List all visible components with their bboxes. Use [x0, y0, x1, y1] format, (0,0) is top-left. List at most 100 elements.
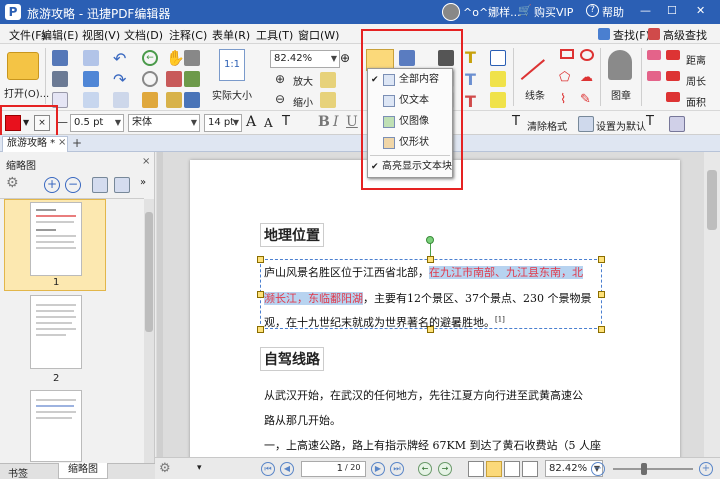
back-view-icon[interactable]: ←: [418, 462, 432, 476]
stamp-icon[interactable]: [608, 50, 632, 80]
user-avatar[interactable]: [442, 3, 460, 21]
undo-icon[interactable]: ↶: [113, 49, 126, 68]
text-settings-icon[interactable]: T: [646, 114, 654, 129]
copy-icon[interactable]: [83, 92, 99, 108]
find-button[interactable]: 查找(F): [613, 27, 650, 43]
page-thumbnail-1[interactable]: [30, 202, 82, 276]
thumb-zoom-out-icon[interactable]: −: [65, 177, 81, 193]
note-icon[interactable]: [490, 71, 506, 87]
forward-icon[interactable]: [142, 71, 158, 87]
cloud-icon[interactable]: ☁: [580, 70, 593, 85]
image-icon[interactable]: [184, 71, 200, 87]
set-default-icon[interactable]: [578, 116, 594, 132]
resize-handle-tm[interactable]: [427, 256, 434, 263]
panel-more-icon[interactable]: »: [140, 177, 146, 188]
sticky-icon[interactable]: [490, 92, 506, 108]
status-settings-icon[interactable]: ⚙: [159, 461, 171, 476]
status-zoom-out-icon[interactable]: −: [591, 462, 605, 476]
clear-format-icon[interactable]: T: [512, 114, 520, 129]
clear-format-label[interactable]: 清除格式: [527, 118, 567, 133]
resize-handle-ml[interactable]: [257, 291, 264, 298]
open-label[interactable]: 打开(O)...: [4, 85, 49, 100]
font-shrink-icon[interactable]: A: [264, 116, 273, 130]
line-width-dropdown[interactable]: 0.5 pt ▼: [70, 114, 124, 132]
typewriter-icon[interactable]: T: [465, 48, 476, 67]
select-text-icon[interactable]: [166, 71, 182, 87]
camera-icon[interactable]: [184, 50, 200, 66]
stamp-label[interactable]: 图章: [611, 87, 631, 102]
maximize-button[interactable]: ☐: [667, 4, 677, 17]
menu-form[interactable]: 表单(R): [212, 27, 250, 43]
help-icon[interactable]: ?: [586, 4, 599, 17]
font-grow-icon[interactable]: A: [246, 114, 256, 130]
menu-comment[interactable]: 注释(C): [169, 27, 207, 43]
minimize-button[interactable]: —: [640, 4, 651, 17]
rotate-handle[interactable]: [426, 236, 434, 244]
menu-view[interactable]: 视图(V): [82, 27, 120, 43]
facing-page-icon[interactable]: [504, 461, 520, 477]
eraser2-icon[interactable]: [647, 71, 661, 81]
user-name[interactable]: ^o^娜样...: [463, 4, 521, 20]
callout-icon[interactable]: T: [465, 92, 476, 111]
page-thumbnail-2[interactable]: [30, 295, 82, 369]
doc-tab-close-icon[interactable]: ×: [58, 137, 66, 148]
resize-handle-tl[interactable]: [257, 256, 264, 263]
zoom-slider-track[interactable]: [613, 468, 693, 470]
save-icon[interactable]: [52, 50, 68, 66]
menu-document[interactable]: 文档(D): [124, 27, 163, 43]
italic-button[interactable]: I: [333, 114, 339, 130]
next-page-icon[interactable]: ▶: [371, 462, 385, 476]
status-zoom-in-icon[interactable]: +: [699, 462, 713, 476]
status-menu-arrow-icon[interactable]: ▾: [197, 463, 202, 473]
textbox-icon[interactable]: T: [465, 70, 476, 89]
redo-icon[interactable]: ↷: [113, 70, 126, 89]
prev-page-icon[interactable]: ◀: [280, 462, 294, 476]
menu-tools[interactable]: 工具(T): [256, 27, 293, 43]
add-tab-icon[interactable]: +: [72, 136, 82, 150]
zoom-dropdown[interactable]: 82.42% ▼: [270, 50, 340, 68]
perimeter-icon[interactable]: [666, 71, 680, 81]
text-color-icon[interactable]: T: [282, 114, 290, 129]
cut-icon[interactable]: [83, 50, 99, 66]
continuous-facing-icon[interactable]: [522, 461, 538, 477]
back-icon[interactable]: ←: [142, 50, 158, 66]
fit-width-icon[interactable]: [320, 72, 336, 88]
add-icon[interactable]: ⊕: [340, 51, 350, 65]
area-label[interactable]: 面积: [686, 94, 706, 109]
polygon-icon[interactable]: ⬠: [559, 70, 570, 85]
perimeter-label[interactable]: 周长: [686, 73, 706, 88]
line-label[interactable]: 线条: [525, 87, 545, 102]
paste-icon[interactable]: [113, 92, 129, 108]
crop-icon[interactable]: [184, 92, 200, 108]
buy-vip-link[interactable]: 购买VIP: [534, 4, 573, 20]
email-icon[interactable]: [83, 71, 99, 87]
thumb-zoom-in-icon[interactable]: +: [44, 177, 60, 193]
distance-label[interactable]: 距离: [686, 52, 706, 67]
open-folder-icon[interactable]: [7, 52, 39, 80]
eraser-icon[interactable]: [647, 50, 661, 60]
zoom-in-label[interactable]: 放大: [293, 73, 313, 88]
font-name-dropdown[interactable]: 宋体 ▼: [128, 114, 200, 132]
rotate-icon[interactable]: [142, 92, 158, 108]
zoom-out-label[interactable]: 缩小: [293, 94, 313, 109]
zoom-slider-thumb[interactable]: [641, 463, 647, 475]
ellipse-icon[interactable]: [580, 49, 594, 61]
last-page-icon[interactable]: ⏭: [390, 462, 404, 476]
rotate-right-icon[interactable]: [114, 177, 130, 193]
resize-handle-bl[interactable]: [257, 326, 264, 333]
resize-handle-tr[interactable]: [598, 256, 605, 263]
help-link[interactable]: 帮助: [602, 4, 624, 20]
polyline-icon[interactable]: ⌇: [560, 92, 566, 107]
font-size-dropdown[interactable]: 14 pt ▼: [204, 114, 242, 132]
panel-settings-icon[interactable]: ⚙: [6, 175, 19, 191]
single-page-icon[interactable]: [468, 461, 484, 477]
resize-handle-mr[interactable]: [598, 291, 605, 298]
pencil-icon[interactable]: ✎: [580, 92, 591, 107]
hand-tool-icon[interactable]: ✋: [166, 49, 185, 67]
zoom-out-icon[interactable]: ⊖: [275, 92, 285, 106]
bold-button[interactable]: B: [318, 114, 330, 130]
distance-icon[interactable]: [666, 50, 680, 60]
panel-close-icon[interactable]: ×: [142, 156, 150, 167]
set-default-label[interactable]: 设置为默认: [596, 118, 646, 133]
rectangle-icon[interactable]: [560, 49, 574, 59]
